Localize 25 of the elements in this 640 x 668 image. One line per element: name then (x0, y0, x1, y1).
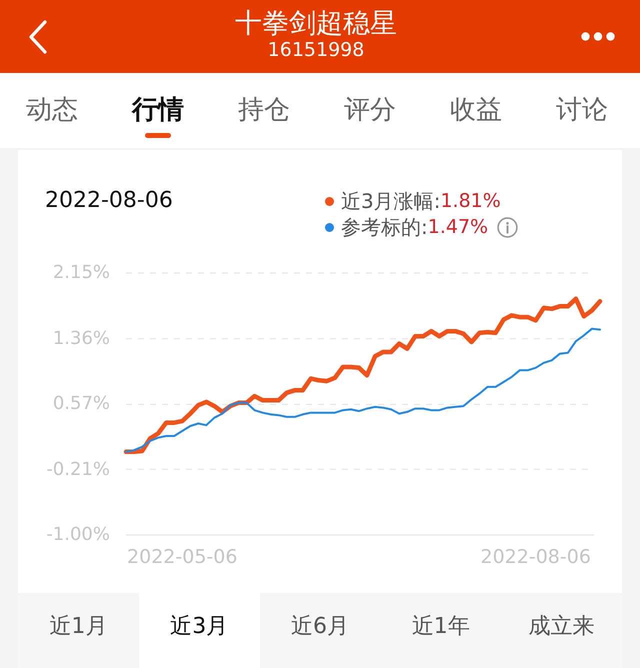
tab[interactable]: 评分 (344, 93, 396, 127)
legend-value: 1.81% (440, 189, 501, 214)
x-axis-label: 2022-08-06 (480, 546, 591, 568)
active-tab-indicator (145, 133, 171, 138)
legend-value: 1.47% (428, 215, 488, 240)
fund-code: 16151998 (268, 39, 364, 62)
legend-label: 近3月涨幅: (341, 188, 440, 214)
period-tab[interactable]: 近3月 (138, 593, 260, 668)
more-icon (581, 32, 615, 41)
x-axis-label: 2022-05-06 (127, 546, 238, 568)
tab[interactable]: 持仓 (238, 93, 290, 127)
fund-title: 十拳剑超稳星 (235, 8, 397, 39)
tab[interactable]: 行情 (132, 93, 184, 138)
tab[interactable]: 收益 (450, 93, 502, 127)
y-axis-label: 0.57% (52, 394, 110, 414)
y-axis-label: 1.36% (52, 328, 110, 348)
legend-label: 参考标的: (341, 214, 428, 240)
tab[interactable]: 讨论 (556, 93, 608, 127)
tab[interactable]: 动态 (26, 93, 78, 127)
y-axis-label: 2.15% (52, 263, 110, 283)
back-icon (28, 20, 48, 54)
info-icon[interactable] (497, 216, 518, 238)
y-axis-label: -0.21% (46, 460, 110, 480)
chart-date: 2022-08-06 (45, 188, 173, 213)
y-axis-label: -1.00% (46, 525, 110, 545)
